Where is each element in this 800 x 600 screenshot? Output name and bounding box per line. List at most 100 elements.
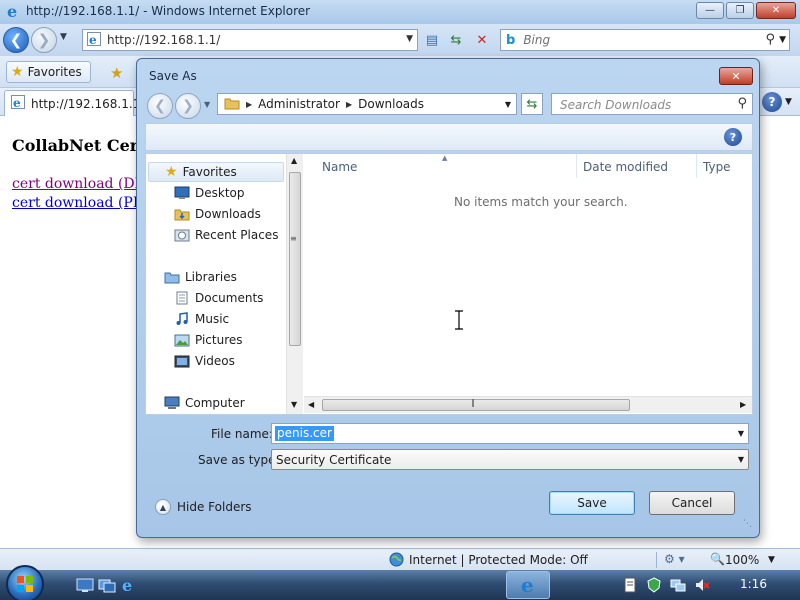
search-placeholder[interactable]: Bing [523, 33, 550, 47]
nav-recent-places[interactable]: Recent Places [174, 225, 278, 245]
forward-button[interactable]: ❯ [31, 27, 57, 53]
protected-mode-icon[interactable]: ⚙ ▾ [664, 552, 685, 566]
zoom-dropdown[interactable]: ▼ [768, 555, 775, 565]
breadcrumb-administrator[interactable]: Administrator [258, 97, 340, 111]
zoom-level[interactable]: 100% [725, 553, 759, 567]
breadcrumb-downloads[interactable]: Downloads [358, 97, 424, 111]
svg-text:e: e [13, 96, 21, 109]
nav-documents[interactable]: Documents [174, 288, 263, 308]
column-date-modified[interactable]: Date modified [583, 160, 668, 174]
recent-pages-dropdown[interactable]: ▼ [60, 32, 67, 42]
document-tray-icon[interactable] [622, 577, 638, 593]
breadcrumb-arrow-icon[interactable]: ▶ [246, 100, 252, 109]
column-divider[interactable] [696, 154, 697, 178]
column-name[interactable]: Name [322, 160, 357, 174]
stop-icon[interactable]: ✕ [472, 31, 492, 49]
dialog-back-button[interactable]: ❮ [147, 93, 173, 119]
compatibility-view-icon[interactable]: ▤ [422, 31, 442, 49]
horizontal-scroll-thumb[interactable] [322, 399, 630, 411]
zoom-icon[interactable]: 🔍 [710, 552, 725, 566]
scroll-right-arrow-icon[interactable]: ▶ [740, 400, 746, 409]
taskbar: e e 1:16 [0, 565, 800, 600]
dialog-help-icon[interactable]: ? [724, 128, 742, 146]
nav-recent-label: Recent Places [195, 228, 279, 242]
dialog-search-placeholder[interactable]: Search Downloads [560, 98, 671, 112]
volume-muted-icon[interactable] [694, 577, 710, 593]
cancel-button[interactable]: Cancel [649, 491, 735, 515]
dialog-search-box[interactable]: Search Downloads ⚲ [551, 93, 753, 115]
maximize-button[interactable]: ❐ [726, 2, 754, 19]
column-type[interactable]: Type [703, 160, 731, 174]
column-divider[interactable] [576, 154, 577, 178]
savetype-select[interactable]: Security Certificate ▼ [271, 449, 749, 470]
scroll-thumb[interactable] [289, 172, 301, 346]
clock[interactable]: 1:16 [740, 577, 767, 591]
network-icon[interactable] [670, 577, 686, 593]
refresh-icon[interactable]: ⇆ [446, 31, 466, 49]
savetype-value[interactable]: Security Certificate [276, 453, 391, 467]
nav-desktop[interactable]: Desktop [174, 183, 245, 203]
help-icon[interactable]: ? [762, 92, 782, 112]
nav-downloads[interactable]: Downloads [174, 204, 261, 224]
search-icon[interactable]: ⚲ [737, 96, 747, 111]
address-url[interactable]: http://192.168.1.1/ [107, 33, 220, 47]
nav-pictures[interactable]: Pictures [174, 330, 243, 350]
filename-dropdown[interactable]: ▼ [738, 429, 744, 438]
scroll-grip-icon: ≡ [290, 234, 297, 243]
dialog-forward-button[interactable]: ❯ [175, 93, 201, 119]
search-box[interactable]: b Bing ⚲ ▼ [500, 29, 790, 51]
search-icon[interactable]: ⚲ [765, 32, 775, 47]
dialog-close-button[interactable]: ✕ [719, 67, 753, 85]
nav-music-label: Music [195, 312, 230, 326]
nav-computer[interactable]: Computer [164, 393, 245, 413]
nav-videos[interactable]: Videos [174, 351, 235, 371]
breadcrumb-dropdown[interactable]: ▼ [505, 100, 511, 109]
resize-grip-icon[interactable]: ⋱ [743, 519, 752, 529]
globe-icon [389, 552, 404, 570]
nav-favorites[interactable]: ★ Favorites [148, 162, 284, 182]
ie-quicklaunch-icon[interactable]: e [120, 576, 138, 595]
tab-current[interactable]: e http://192.168.1.1/ [4, 90, 144, 116]
address-bar[interactable]: e http://192.168.1.1/ ▼ [82, 29, 418, 51]
security-zone-text: Internet | Protected Mode: Off [409, 553, 588, 567]
scroll-up-arrow-icon[interactable]: ▲ [291, 156, 297, 165]
hide-folders-button[interactable]: ▲ Hide Folders [155, 499, 252, 515]
save-as-dialog: Save As ✕ ❮ ❯ ▼ ▶ Administrator ▶ Downlo… [136, 58, 760, 538]
minimize-button[interactable]: — [696, 2, 724, 19]
navigation-pane: ★ Favorites Desktop Downloads Recent Pla… [146, 154, 286, 414]
help-dropdown[interactable]: ▼ [785, 97, 792, 107]
horizontal-scrollbar[interactable]: ◀ ‖ ▶ [304, 396, 752, 413]
dialog-browser: ★ Favorites Desktop Downloads Recent Pla… [145, 153, 753, 415]
save-button[interactable]: Save [549, 491, 635, 515]
action-center-icon[interactable] [646, 577, 662, 593]
file-list: ▲ Name Date modified Type No items match… [304, 154, 752, 414]
breadcrumb[interactable]: ▶ Administrator ▶ Downloads ▼ [217, 93, 517, 115]
nav-videos-label: Videos [195, 354, 235, 368]
scroll-down-arrow-icon[interactable]: ▼ [291, 400, 297, 409]
back-arrow-icon: ❮ [154, 98, 166, 114]
dialog-refresh-icon[interactable]: ⇆ [521, 93, 543, 115]
show-desktop-icon[interactable] [76, 577, 94, 593]
start-button[interactable] [6, 565, 44, 600]
favorites-button[interactable]: ★ Favorites [6, 61, 91, 83]
search-dropdown[interactable]: ▼ [779, 35, 786, 45]
nav-libraries[interactable]: Libraries [164, 267, 237, 287]
nav-music[interactable]: Music [174, 309, 229, 329]
recent-places-icon [174, 229, 190, 242]
filename-value[interactable]: penis.cer [275, 426, 334, 441]
navigation-scrollbar[interactable]: ▲ ≡ ▼ [286, 154, 303, 414]
close-button[interactable]: ✕ [756, 2, 796, 19]
address-dropdown[interactable]: ▼ [406, 34, 413, 44]
status-divider [656, 552, 657, 568]
favorites-star-icon: ★ [165, 164, 178, 180]
breadcrumb-arrow-icon[interactable]: ▶ [346, 100, 352, 109]
scroll-left-arrow-icon[interactable]: ◀ [308, 400, 314, 409]
forward-arrow-icon: ❯ [182, 98, 194, 114]
filename-field[interactable]: penis.cer ▼ [271, 423, 749, 444]
taskbar-ie-button[interactable]: e [506, 571, 550, 599]
savetype-dropdown[interactable]: ▼ [738, 455, 744, 464]
switch-windows-icon[interactable] [98, 577, 116, 593]
back-button[interactable]: ❮ [3, 27, 29, 53]
add-to-favorites-icon[interactable]: ★ [110, 64, 123, 82]
recent-locations-dropdown[interactable]: ▼ [204, 100, 210, 109]
